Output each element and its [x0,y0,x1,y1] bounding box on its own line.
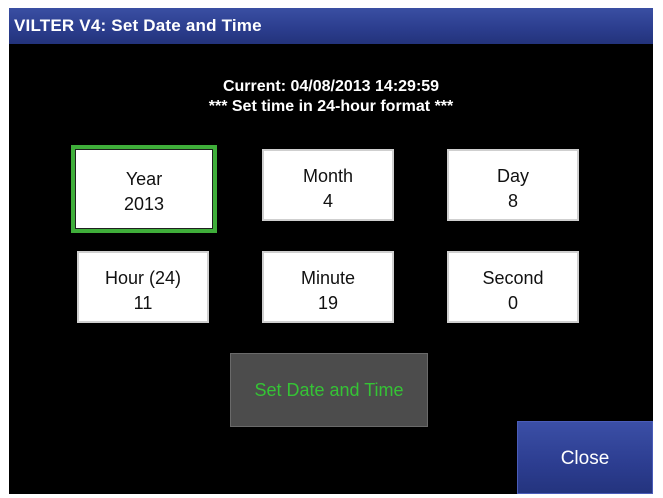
hour-value: 11 [133,293,153,313]
minute-label: Minute [300,268,356,288]
close-label: Close [560,448,610,469]
year-field[interactable]: Year 2013 [71,145,217,233]
year-label: Year [125,169,163,189]
second-field[interactable]: Second 0 [447,251,579,323]
day-field[interactable]: Day 8 [447,149,579,221]
minute-value: 19 [317,293,339,313]
title-bar: VILTER V4: Set Date and Time [9,8,653,44]
set-date-time-button[interactable]: Set Date and Time [230,353,428,427]
year-value: 2013 [123,194,165,214]
set-date-time-label: Set Date and Time [254,380,404,400]
current-datetime: Current: 04/08/2013 14:29:59 [222,78,440,95]
hour-field[interactable]: Hour (24) 11 [77,251,209,323]
format-note: *** Set time in 24-hour format *** [208,98,454,115]
month-value: 4 [322,191,333,211]
day-label: Day [496,166,529,186]
month-label: Month [302,166,354,186]
date-time-dialog: VILTER V4: Set Date and Time Current: 04… [9,8,653,494]
second-label: Second [482,268,544,288]
day-value: 8 [507,191,518,211]
close-button[interactable]: Close [517,421,653,494]
month-field[interactable]: Month 4 [262,149,394,221]
window-title: VILTER V4: Set Date and Time [14,16,262,35]
minute-field[interactable]: Minute 19 [262,251,394,323]
hour-label: Hour (24) [104,268,182,288]
second-value: 0 [507,293,518,313]
